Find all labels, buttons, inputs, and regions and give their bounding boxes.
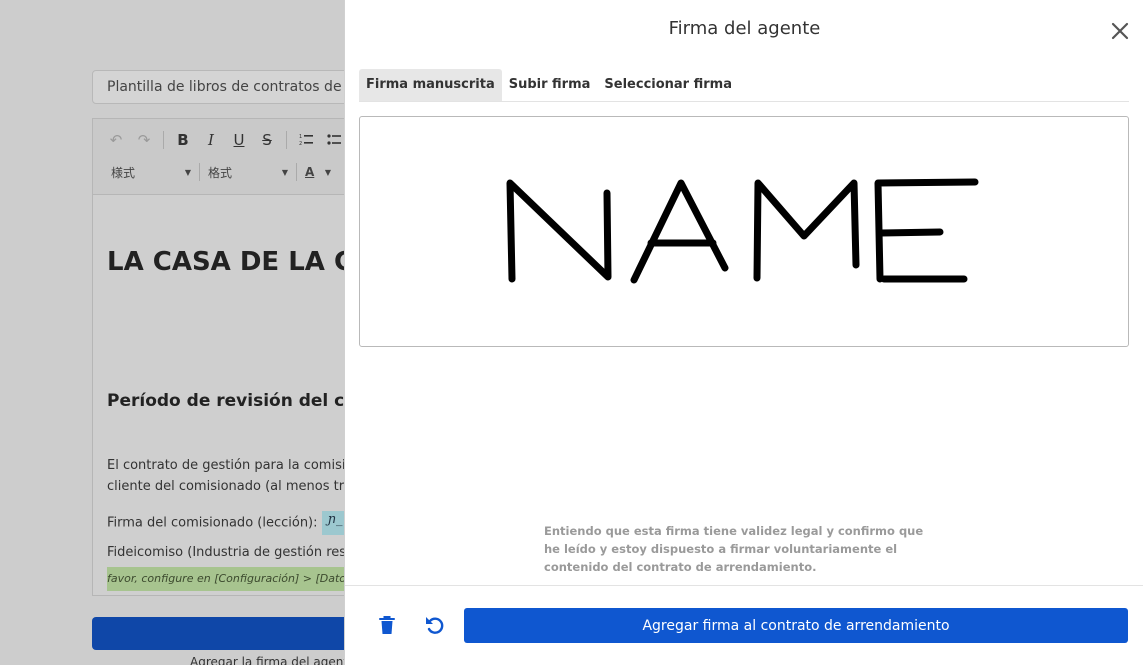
font-color-dropdown[interactable]: A ▼: [305, 165, 331, 179]
add-signature-to-contract-button[interactable]: Agregar firma al contrato de arrendamien…: [464, 608, 1128, 643]
document-heading: LA CASA DE LA CASA: [107, 247, 352, 277]
commissioner-signature-line: Firma del comisionado (lección): ɲ_: [107, 511, 349, 535]
trust-line: Fideicomiso (Industria de gestión reside…: [107, 545, 351, 560]
modal-footer: Agregar firma al contrato de arrendamien…: [345, 585, 1143, 665]
strikethrough-button[interactable]: S: [256, 130, 278, 150]
style-dropdown[interactable]: 様式 ▼: [111, 164, 191, 181]
bold-button[interactable]: B: [172, 130, 194, 150]
format-dropdown[interactable]: 格式 ▼: [208, 164, 288, 181]
redo-icon[interactable]: ↷: [133, 130, 155, 150]
toolbar-divider: [296, 163, 297, 181]
tab-upload-signature[interactable]: Subir firma: [502, 69, 598, 101]
config-note: favor, configure en [Configuración] > [D…: [107, 567, 351, 591]
background-primary-button[interactable]: [92, 617, 362, 650]
italic-button[interactable]: I: [200, 130, 222, 150]
svg-text:2: 2: [299, 141, 302, 147]
section-title: Período de revisión del contrato: [107, 391, 351, 411]
numbered-list-icon[interactable]: 12: [295, 130, 317, 150]
toolbar-divider: [286, 131, 287, 149]
toolbar-divider: [163, 131, 164, 149]
svg-text:1: 1: [299, 134, 302, 140]
close-icon[interactable]: [1109, 20, 1131, 42]
tab-select-signature[interactable]: Seleccionar firma: [597, 69, 739, 101]
agent-signature-modal: Firma del agente Firma manuscrita Subir …: [344, 0, 1143, 665]
signature-drawing-canvas[interactable]: [359, 116, 1129, 347]
tab-handwritten-signature[interactable]: Firma manuscrita: [359, 69, 502, 101]
bullet-list-icon[interactable]: [323, 130, 345, 150]
underline-button[interactable]: U: [228, 130, 250, 150]
undo-icon[interactable]: ↶: [105, 130, 127, 150]
trash-icon[interactable]: [375, 613, 399, 637]
handwritten-signature-drawing: [506, 178, 979, 284]
modal-title: Firma del agente: [668, 18, 821, 39]
background-under-button-text: Agregar la firma del agente: [190, 655, 356, 665]
toolbar-divider: [199, 163, 200, 181]
contract-paragraph: El contrato de gestión para la comisión …: [107, 458, 352, 494]
legal-consent-text: Entiendo que esta firma tiene validez le…: [544, 524, 924, 574]
reset-icon[interactable]: [423, 613, 447, 637]
template-title-input[interactable]: Plantilla de libros de contratos de gest…: [92, 70, 362, 104]
signature-tabs: Firma manuscrita Subir firma Seleccionar…: [359, 69, 1129, 102]
editor-toolbar: ↶ ↷ B I U S 12 様式 ▼ 格式 ▼ A ▼: [93, 119, 351, 195]
rich-text-editor[interactable]: ↶ ↷ B I U S 12 様式 ▼ 格式 ▼ A ▼ LA CASA DE …: [92, 118, 352, 596]
